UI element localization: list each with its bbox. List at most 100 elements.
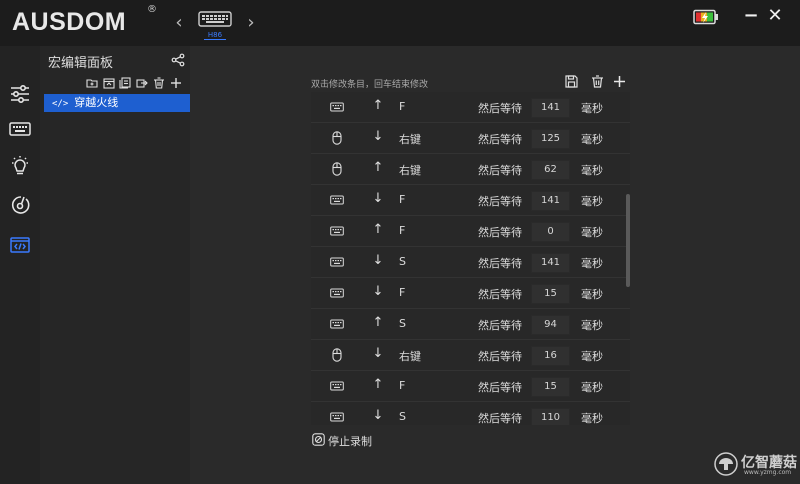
macro-code-icon[interactable] — [9, 234, 31, 256]
performance-gauge-icon[interactable] — [9, 194, 31, 216]
watermark: 亿智蘑菇 www.yzmg.com — [714, 450, 797, 480]
delay-input[interactable]: 141 — [531, 98, 570, 118]
event-key: F — [399, 100, 406, 113]
brand-logo: AUSDOM — [12, 8, 127, 36]
import-icon[interactable] — [103, 77, 115, 89]
export-icon[interactable] — [136, 77, 148, 89]
delay-input[interactable]: 62 — [531, 160, 570, 180]
close-button[interactable]: ✕ — [765, 6, 785, 26]
mushroom-logo-icon — [714, 452, 738, 476]
watermark-url: www.yzmg.com — [744, 469, 792, 476]
arrow-up-icon: ↑ — [372, 315, 384, 330]
new-folder-icon[interactable] — [86, 77, 98, 89]
add-macro-icon[interactable] — [170, 77, 182, 89]
macro-list-item[interactable]: </> 穿越火线 — [44, 94, 190, 112]
macro-event-list[interactable]: ↑ F 然后等待 141 毫秒 ↓ 右键 然后等待 125 毫秒 ↑ 右键 然后等待 62 毫秒 ↓ F 然后等待… — [311, 92, 630, 425]
keyboard-icon[interactable] — [9, 118, 31, 140]
arrow-down-icon: ↓ — [372, 191, 384, 206]
delay-unit: 毫秒 — [581, 381, 603, 394]
arrow-down-icon: ↓ — [372, 253, 384, 268]
mouse-icon — [332, 348, 342, 362]
delete-macro-icon[interactable] — [153, 77, 165, 89]
arrow-down-icon: ↓ — [372, 129, 384, 144]
mouse-icon — [332, 162, 342, 176]
macro-event-row[interactable]: ↓ 右键 然后等待 125 毫秒 — [311, 123, 630, 154]
keyboard-icon — [330, 319, 344, 329]
edit-hint: 双击修改条目，回车结束修改 — [311, 80, 429, 90]
mouse-icon — [332, 131, 342, 145]
add-icon[interactable] — [613, 75, 626, 88]
event-key: S — [399, 410, 406, 423]
macro-event-row[interactable]: ↓ F 然后等待 15 毫秒 — [311, 278, 630, 309]
macro-event-row[interactable]: ↑ S 然后等待 94 毫秒 — [311, 309, 630, 340]
stop-record-icon — [312, 433, 325, 446]
macro-event-row[interactable]: ↓ F 然后等待 141 毫秒 — [311, 185, 630, 216]
macro-event-row[interactable]: ↑ F 然后等待 15 毫秒 — [311, 371, 630, 402]
then-wait-label: 然后等待 — [478, 226, 522, 239]
previous-device-button[interactable]: ‹ — [172, 12, 186, 34]
keyboard-icon — [330, 288, 344, 298]
arrow-down-icon: ↓ — [372, 284, 384, 299]
share-icon[interactable] — [171, 53, 185, 67]
delay-unit: 毫秒 — [581, 195, 603, 208]
macro-event-row[interactable]: ↓ 右键 然后等待 16 毫秒 — [311, 340, 630, 371]
delay-unit: 毫秒 — [581, 133, 603, 146]
delay-input[interactable]: 141 — [531, 253, 570, 273]
macro-event-row[interactable]: ↓ S 然后等待 141 毫秒 — [311, 247, 630, 278]
device-name: H86 — [207, 31, 223, 39]
arrow-down-icon: ↓ — [372, 408, 384, 423]
delay-input[interactable]: 15 — [531, 284, 570, 304]
device-selector[interactable]: H86 — [198, 10, 232, 40]
then-wait-label: 然后等待 — [478, 164, 522, 177]
next-device-button[interactable]: › — [244, 12, 258, 34]
then-wait-label: 然后等待 — [478, 257, 522, 270]
delay-input[interactable]: 16 — [531, 346, 570, 366]
macro-event-row[interactable]: ↑ F 然后等待 0 毫秒 — [311, 216, 630, 247]
delay-input[interactable]: 141 — [531, 191, 570, 211]
delay-input[interactable]: 15 — [531, 377, 570, 397]
sliders-icon[interactable] — [9, 83, 31, 105]
macro-event-row[interactable]: ↑ F 然后等待 141 毫秒 — [311, 92, 630, 123]
delay-unit: 毫秒 — [581, 412, 603, 425]
delay-input[interactable]: 0 — [531, 222, 570, 242]
delay-unit: 毫秒 — [581, 288, 603, 301]
list-scrollbar[interactable] — [626, 194, 630, 287]
keyboard-icon — [330, 257, 344, 267]
arrow-up-icon: ↑ — [372, 377, 384, 392]
event-key: F — [399, 224, 406, 237]
delay-unit: 毫秒 — [581, 319, 603, 332]
lighting-bulb-icon[interactable] — [9, 155, 31, 177]
macro-event-row[interactable]: ↑ 右键 然后等待 62 毫秒 — [311, 154, 630, 185]
code-icon: </> — [52, 99, 69, 109]
event-key: 右键 — [399, 164, 421, 177]
then-wait-label: 然后等待 — [478, 133, 522, 146]
delay-unit: 毫秒 — [581, 350, 603, 363]
event-key: 右键 — [399, 350, 421, 363]
then-wait-label: 然后等待 — [478, 381, 522, 394]
macro-event-row[interactable]: ↓ S 然后等待 110 毫秒 — [311, 402, 630, 425]
arrow-up-icon: ↑ — [372, 160, 384, 175]
registered-mark: ® — [147, 4, 157, 15]
arrow-down-icon: ↓ — [372, 346, 384, 361]
event-key: S — [399, 317, 406, 330]
arrow-up-icon: ↑ — [372, 222, 384, 237]
save-icon[interactable] — [565, 75, 578, 88]
macro-name: 穿越火线 — [74, 96, 119, 109]
keyboard-icon — [330, 102, 344, 112]
keyboard-icon — [330, 381, 344, 391]
arrow-up-icon: ↑ — [372, 98, 384, 113]
then-wait-label: 然后等待 — [478, 102, 522, 115]
delay-input[interactable]: 125 — [531, 129, 570, 149]
delete-icon[interactable] — [591, 75, 604, 88]
delay-unit: 毫秒 — [581, 102, 603, 115]
event-key: F — [399, 193, 406, 206]
then-wait-label: 然后等待 — [478, 350, 522, 363]
event-key: S — [399, 255, 406, 268]
keyboard-device-icon — [198, 11, 232, 27]
copy-icon[interactable] — [119, 77, 131, 89]
delay-unit: 毫秒 — [581, 164, 603, 177]
delay-input[interactable]: 94 — [531, 315, 570, 335]
device-underline — [204, 39, 226, 40]
minimize-button[interactable]: − — [741, 6, 761, 26]
delay-input[interactable]: 110 — [531, 408, 570, 425]
